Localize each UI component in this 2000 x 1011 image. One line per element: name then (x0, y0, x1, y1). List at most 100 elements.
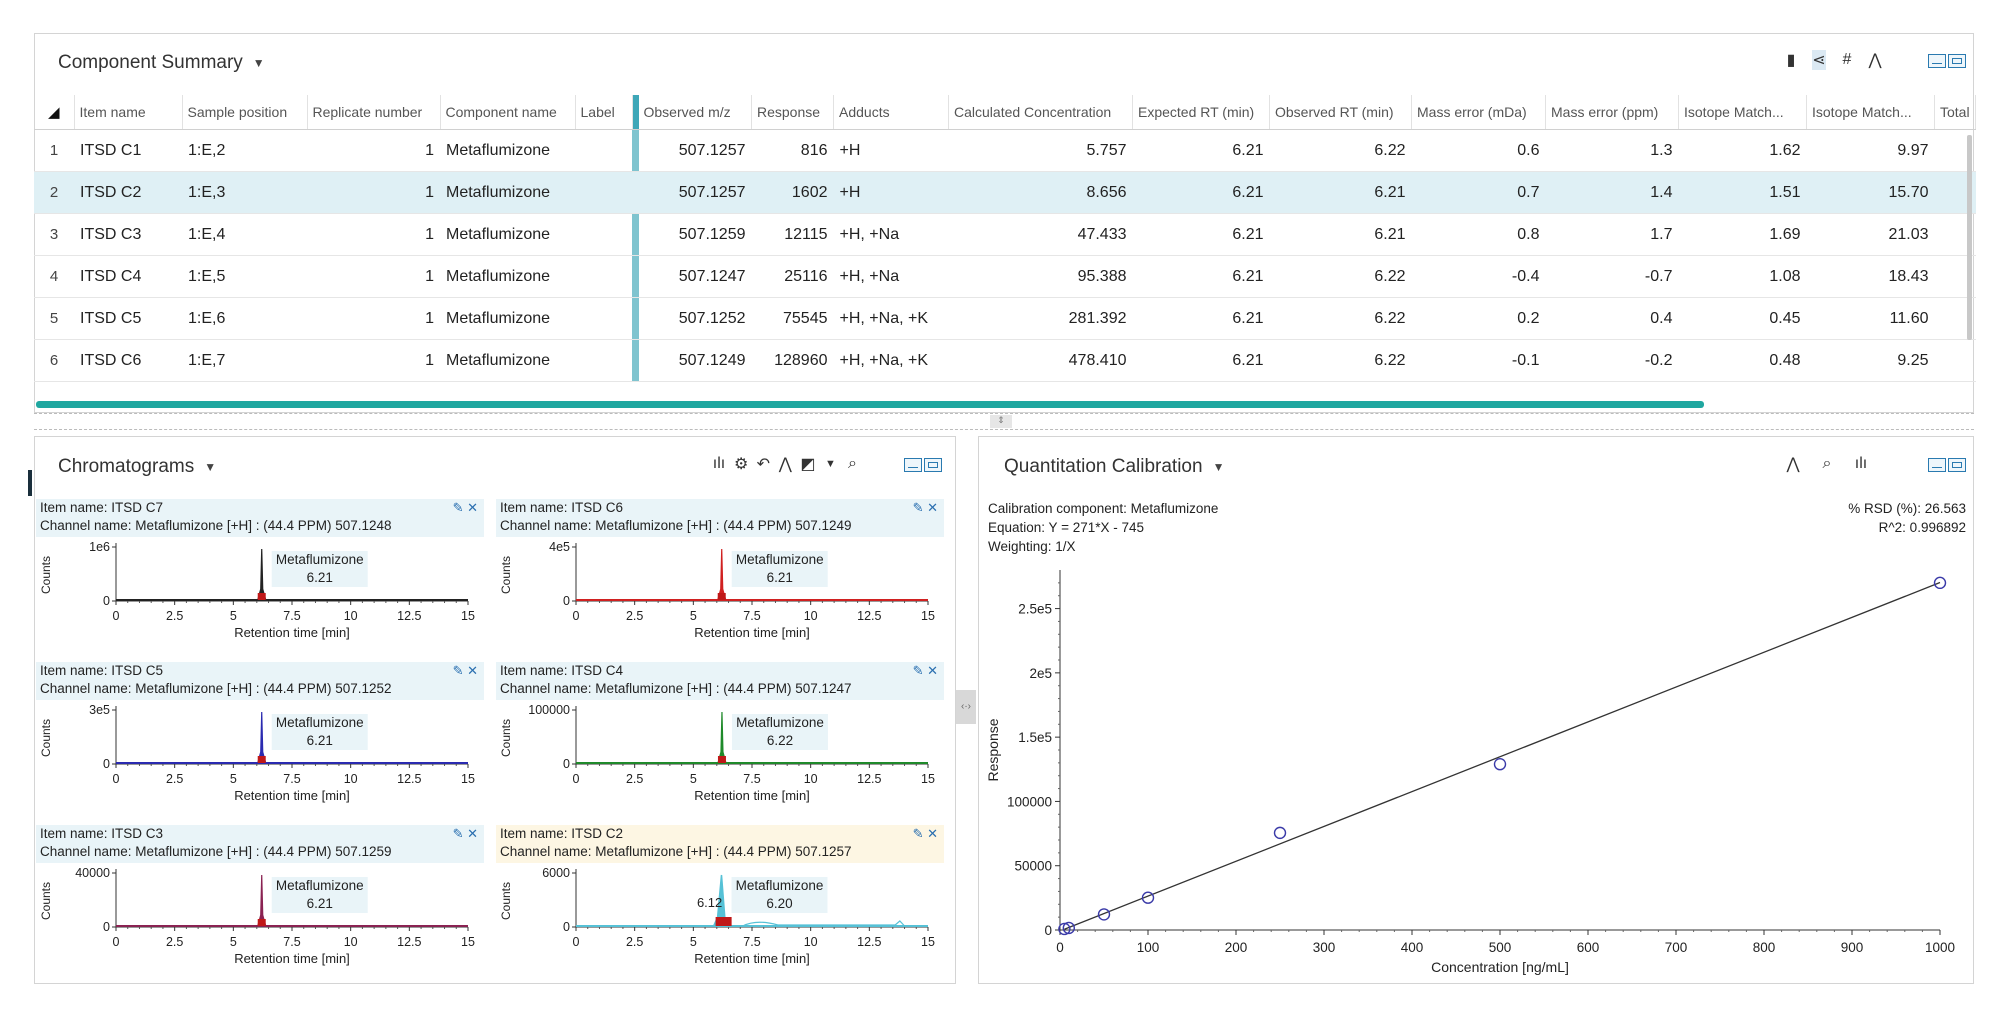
table-row[interactable]: 3 ITSD C3 1:E,4 1 Metaflumizone 507.1259 12115… (34, 213, 1976, 256)
response-cell: 12115 (751, 213, 834, 256)
chromatogram-plot[interactable]: Counts 3e5 00 2.5 5 7.5 10 12.5 15 Retention time… (36, 700, 484, 822)
integration-marker[interactable] (715, 917, 732, 926)
splitter-grip-icon[interactable]: ⇕ (990, 415, 1012, 428)
column-header-calculated-concentration[interactable]: Calculated Concentration (948, 95, 1133, 130)
component-name-cell: Metaflumizone (440, 255, 575, 298)
integration-marker[interactable] (717, 756, 726, 763)
chromatogram-plot[interactable]: Counts 100000 00 2.5 5 7.5 10 12.5 15 Retention t… (496, 700, 944, 822)
share-icon[interactable]: ⋖ (1812, 50, 1826, 70)
chart-options-icon[interactable]: ◩ (800, 454, 815, 474)
chevron-down-icon[interactable]: ▼ (1213, 460, 1225, 474)
minimize-icon[interactable] (904, 458, 922, 472)
minimize-icon[interactable] (1928, 458, 1946, 472)
chromatogram-peak[interactable] (717, 548, 727, 601)
integration-marker[interactable] (257, 756, 266, 763)
column-header-mass-error-mda[interactable]: Mass error (mDa) (1411, 95, 1546, 130)
integration-marker[interactable] (257, 919, 266, 926)
maximize-icon[interactable] (1948, 458, 1966, 472)
chromatograms-title-text: Chromatograms (58, 456, 195, 477)
table-row[interactable]: 5 ITSD C5 1:E,6 1 Metaflumizone 507.1252 75545… (34, 297, 1976, 340)
chromatogram-peak[interactable] (257, 874, 267, 927)
chromatogram-peak[interactable] (257, 548, 267, 601)
horizontal-splitter[interactable]: ⇕ (34, 413, 1974, 430)
table-row[interactable]: 6 ITSD C6 1:E,7 1 Metaflumizone 507.1249 12896… (34, 339, 1976, 382)
peak-icon[interactable]: ⋀ (1868, 50, 1882, 70)
undo-icon[interactable]: ↶ (756, 454, 770, 474)
column-header-adducts[interactable]: Adducts (833, 95, 949, 130)
flask-icon[interactable]: ▮ (1784, 50, 1798, 70)
zoom-icon[interactable]: ⌕ (1820, 455, 1834, 473)
column-header-label[interactable]: Label (575, 95, 633, 130)
gear-icon[interactable]: ⚙ (734, 454, 748, 474)
chromatogram-cell[interactable]: Item name: ITSD C6 Channel name: Metaflum… (496, 499, 944, 659)
pin-icon[interactable]: ✎ (913, 663, 924, 678)
column-header-observed-mz[interactable]: Observed m/z (638, 95, 752, 130)
table-row[interactable]: 4 ITSD C4 1:E,5 1 Metaflumizone 507.1247 25116… (34, 255, 1976, 298)
column-header-response[interactable]: Response (751, 95, 834, 130)
column-header-sample-position[interactable]: Sample position (182, 95, 308, 130)
select-all-corner[interactable]: ◢ (34, 95, 75, 130)
x-tick-label: 7.5 (283, 609, 300, 623)
integration-marker[interactable] (717, 593, 726, 600)
close-icon[interactable]: ✕ (927, 663, 938, 678)
close-icon[interactable]: ✕ (467, 826, 478, 841)
maximize-icon[interactable] (1948, 54, 1966, 68)
chromatogram-cell[interactable]: Item name: ITSD C2 Channel name: Metaflum… (496, 825, 944, 985)
vertical-scrollbar[interactable] (1967, 135, 1972, 340)
integration-marker[interactable] (257, 593, 266, 600)
column-header-isotope-match-2[interactable]: Isotope Match... (1806, 95, 1935, 130)
pin-icon[interactable]: ✎ (453, 663, 464, 678)
column-header-expected-rt[interactable]: Expected RT (min) (1132, 95, 1270, 130)
integrate-icon[interactable]: ⋀ (778, 454, 792, 474)
close-icon[interactable]: ✕ (467, 663, 478, 678)
peak-bars-icon[interactable]: ılı (1854, 455, 1868, 473)
column-header-observed-rt[interactable]: Observed RT (min) (1269, 95, 1412, 130)
column-header-item-name[interactable]: Item name (74, 95, 183, 130)
chromatogram-plot[interactable]: Counts 1e6 00 2.5 5 7.5 10 12.5 15 Retention time… (36, 537, 484, 659)
chromatograms-title[interactable]: Chromatograms ▼ (58, 456, 216, 478)
chromatogram-peak[interactable] (717, 711, 727, 764)
column-header-isotope-match-1[interactable]: Isotope Match... (1678, 95, 1807, 130)
pin-icon[interactable]: ✎ (453, 826, 464, 841)
column-header-component-name[interactable]: Component name (440, 95, 576, 130)
peak-name-label: Metaflumizone (736, 878, 824, 893)
pin-icon[interactable]: ✎ (453, 500, 464, 515)
calibration-point[interactable] (1493, 757, 1507, 771)
calibration-chart[interactable]: 0 50000 100000 1.5e5 2e5 2.5e5 0 100 200 300 400 50… (980, 560, 1970, 980)
column-header-replicate-number[interactable]: Replicate number (307, 95, 441, 130)
minimize-icon[interactable] (1928, 54, 1946, 68)
chromatogram-plot[interactable]: Counts 4e5 00 2.5 5 7.5 10 12.5 15 Retention time… (496, 537, 944, 659)
column-header-total[interactable]: Total (1934, 95, 1976, 130)
pin-icon[interactable]: ✎ (913, 826, 924, 841)
table-row[interactable]: 1 ITSD C1 1:E,2 1 Metaflumizone 507.1257 816 +H… (34, 129, 1976, 172)
observed-rt-cell: 6.22 (1269, 297, 1412, 340)
isotope-match-1-cell: 1.69 (1678, 213, 1807, 256)
horizontal-scrollbar[interactable] (36, 401, 1704, 408)
chromatogram-cell[interactable]: Item name: ITSD C7 Channel name: Metaflum… (36, 499, 484, 659)
calibration-title[interactable]: Quantitation Calibration ▼ (1004, 456, 1224, 478)
dropdown-icon[interactable]: ▼ (823, 458, 837, 470)
chromatogram-cell[interactable]: Item name: ITSD C3 Channel name: Metaflum… (36, 825, 484, 985)
peak-bars-icon[interactable]: ılı (712, 455, 726, 473)
chromatogram-plot[interactable]: Counts 40000 00 2.5 5 7.5 10 12.5 15 Retention ti… (36, 863, 484, 985)
chromatogram-cell[interactable]: Item name: ITSD C4 Channel name: Metaflum… (496, 662, 944, 822)
chromatogram-peak[interactable] (257, 711, 267, 764)
calibration-point[interactable] (1273, 826, 1287, 840)
column-header-mass-error-ppm[interactable]: Mass error (ppm) (1545, 95, 1679, 130)
component-summary-title[interactable]: Component Summary ▼ (58, 52, 265, 74)
chromatogram-cell[interactable]: Item name: ITSD C5 Channel name: Metaflum… (36, 662, 484, 822)
chromatogram-plot[interactable]: Counts 6000 00 2.5 5 7.5 10 12.5 15 Retention tim… (496, 863, 944, 985)
close-icon[interactable]: ✕ (927, 500, 938, 515)
close-icon[interactable]: ✕ (467, 500, 478, 515)
vertical-splitter[interactable]: ‹·› (956, 690, 976, 724)
zoom-icon[interactable]: ⌕ (845, 455, 859, 473)
close-icon[interactable]: ✕ (927, 826, 938, 841)
maximize-icon[interactable] (924, 458, 942, 472)
chevron-down-icon[interactable]: ▼ (253, 56, 265, 70)
sample-position-cell: 1:E,6 (182, 297, 307, 340)
integrate-icon[interactable]: ⋀ (1786, 454, 1800, 474)
chevron-down-icon[interactable]: ▼ (204, 460, 216, 474)
table-row[interactable]: 2 ITSD C2 1:E,3 1 Metaflumizone 507.1257 1602 +… (34, 171, 1976, 214)
hash-icon[interactable]: # (1840, 51, 1854, 69)
pin-icon[interactable]: ✎ (913, 500, 924, 515)
